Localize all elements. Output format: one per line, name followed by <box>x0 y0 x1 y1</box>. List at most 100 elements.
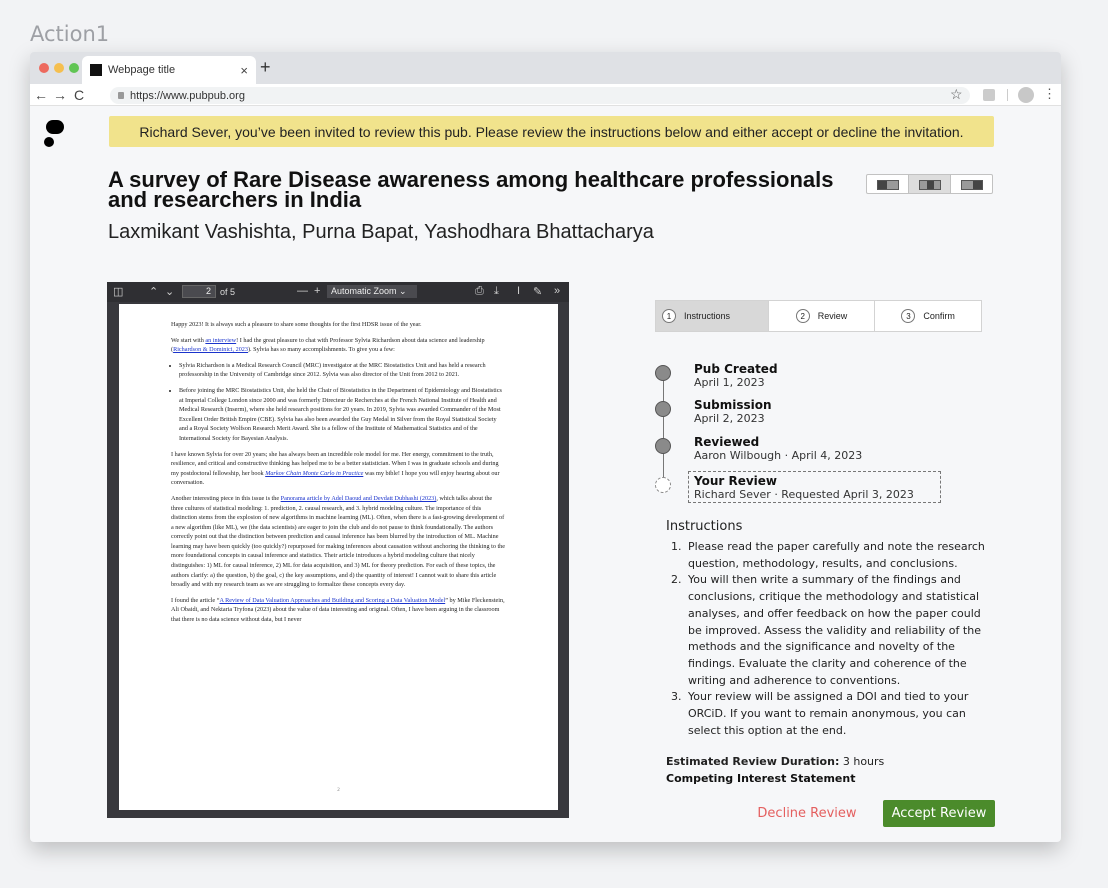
step-instructions[interactable]: 1 Instructions <box>656 301 769 331</box>
pdf-text: ). Sylvia has so many accomplishments. T… <box>248 346 395 354</box>
accept-review-button[interactable]: Accept Review <box>883 800 995 827</box>
pdf-draw-tool-icon[interactable]: ✎ <box>533 285 542 298</box>
bookmark-star-icon[interactable]: ☆ <box>950 86 963 103</box>
instructions-list: Please read the paper carefully and note… <box>685 539 996 739</box>
pdf-viewer: ◫ ⌃ ⌄ 2 of 5 — + Automatic Zoom ⌄ ⎙ ⤓ I … <box>107 282 569 818</box>
timeline-title: Pub Created <box>694 362 778 376</box>
pdf-link-review-article[interactable]: A Review of Data Valuation Approaches an… <box>219 597 445 604</box>
pub-title: A survey of Rare Disease awareness among… <box>108 167 834 212</box>
competing-interest-heading: Competing Interest Statement <box>666 772 856 784</box>
new-tab-button[interactable]: + <box>260 57 271 78</box>
review-stepper: 1 Instructions 2 Review 3 Confirm <box>655 300 982 332</box>
instructions-section: Instructions Please read the paper caref… <box>666 519 996 739</box>
lock-icon <box>118 92 124 99</box>
pdf-link-citation[interactable]: Richardson & Dominici, 2023 <box>173 346 248 353</box>
pdf-bullet: Sylvia Richardson is a Medical Research … <box>179 361 506 380</box>
pdf-link-book[interactable]: Markov Chain Monte Carlo in Practice <box>265 470 363 477</box>
minimize-window-icon[interactable] <box>54 63 64 73</box>
browser-tab[interactable]: Webpage title × <box>82 56 256 84</box>
layout-right-icon <box>960 180 983 190</box>
back-icon[interactable]: ← <box>33 87 49 103</box>
pdf-prev-page-icon[interactable]: ⌃ <box>149 285 158 298</box>
tab-close-icon[interactable]: × <box>240 63 248 78</box>
step-confirm[interactable]: 3 Confirm <box>875 301 981 331</box>
layout-split-button[interactable] <box>909 175 951 193</box>
step-number: 1 <box>662 309 676 323</box>
extension-icon[interactable] <box>983 89 995 101</box>
favicon-icon <box>90 64 102 76</box>
timeline-title: Submission <box>694 398 772 412</box>
frame-label: Action1 <box>30 22 110 46</box>
pdf-page-count: of 5 <box>220 287 236 297</box>
timeline-item: Pub Created April 1, 2023 <box>655 362 995 392</box>
timeline-subtitle: April 1, 2023 <box>694 376 765 389</box>
step-label: Confirm <box>923 311 955 321</box>
timeline-item: Submission April 2, 2023 <box>655 398 995 428</box>
timeline-dot-icon <box>655 365 671 381</box>
tab-title: Webpage title <box>108 64 176 76</box>
instruction-item: Please read the paper carefully and note… <box>685 539 996 572</box>
layout-split-icon <box>918 180 941 190</box>
pdf-more-tools-icon[interactable]: » <box>554 285 560 297</box>
logo-top-shape <box>46 120 64 134</box>
layout-right-button[interactable] <box>951 175 992 193</box>
pdf-bullet: Before joining the MRC Biostatistics Uni… <box>179 386 506 444</box>
pdf-zoom-in-icon[interactable]: + <box>314 285 320 297</box>
pdf-page: Happy 2023! It is always such a pleasure… <box>119 304 558 810</box>
pdf-link-panorama[interactable]: Panorama article by Adel Daoud and Devda… <box>281 495 437 502</box>
step-review[interactable]: 2 Review <box>769 301 876 331</box>
pdf-text: We start with <box>171 336 206 344</box>
pdf-text: I found the article “ <box>171 596 220 604</box>
pdf-paragraph: Happy 2023! It is always such a pleasure… <box>171 321 422 328</box>
pdf-paragraph: I have known Sylvia for over 20 years; s… <box>171 450 506 488</box>
decline-review-button[interactable]: Decline Review <box>752 799 862 827</box>
timeline-subtitle: Aaron Wilbough · April 4, 2023 <box>694 449 863 462</box>
timeline-pending-dot-icon <box>655 477 671 493</box>
profile-avatar[interactable] <box>1018 87 1034 103</box>
step-label: Review <box>817 311 848 321</box>
close-window-icon[interactable] <box>39 63 49 73</box>
invitation-banner-text: Richard Sever, you’ve been invited to re… <box>139 123 964 140</box>
timeline-dot-icon <box>655 438 671 454</box>
pdf-next-page-icon[interactable]: ⌄ <box>165 285 174 298</box>
pdf-text: , which talks about the three cultures o… <box>171 494 506 589</box>
timeline-subtitle: Richard Sever · Requested April 3, 2023 <box>694 488 914 501</box>
review-duration: Estimated Review Duration: 3 hours <box>666 755 884 768</box>
pdf-text: Another interesting piece in this issue … <box>171 494 281 502</box>
pdf-paragraph: I found the article “A Review of Data Va… <box>171 596 506 625</box>
toolbar-divider <box>1007 89 1008 101</box>
pdf-bullet-list: Sylvia Richardson is a Medical Research … <box>179 361 506 444</box>
timeline-dot-icon <box>655 401 671 417</box>
reload-icon[interactable]: C <box>71 87 87 103</box>
pub-authors: Laxmikant Vashishta, Purna Bapat, Yashod… <box>108 221 654 243</box>
timeline-item: Reviewed Aaron Wilbough · April 4, 2023 <box>655 435 995 465</box>
layout-left-icon <box>876 180 899 190</box>
instruction-item: Your review will be assigned a DOI and t… <box>685 689 996 739</box>
pdf-print-icon[interactable]: ⎙ <box>475 285 484 298</box>
timeline-title: Reviewed <box>694 435 760 449</box>
url-field[interactable]: https://www.pubpub.org <box>110 87 970 104</box>
duration-label: Estimated Review Duration: <box>666 755 840 768</box>
pdf-page-input[interactable]: 2 <box>182 285 216 298</box>
pdf-save-icon[interactable]: ⤓ <box>494 285 499 298</box>
maximize-window-icon[interactable] <box>69 63 79 73</box>
pubpub-logo-icon[interactable] <box>44 120 64 148</box>
pdf-link-interview[interactable]: an interview <box>205 337 236 344</box>
forward-icon[interactable]: → <box>52 87 68 103</box>
step-label: Instructions <box>684 311 731 321</box>
timeline-item-your-review[interactable]: Your Review Richard Sever · Requested Ap… <box>655 471 995 504</box>
browser-menu-icon[interactable]: ⋮ <box>1043 86 1056 102</box>
duration-value: 3 hours <box>842 755 885 768</box>
pdf-zoom-select[interactable]: Automatic Zoom ⌄ <box>327 285 417 298</box>
step-number: 2 <box>795 309 810 323</box>
address-bar: ← → C https://www.pubpub.org ☆ ⋮ <box>30 84 1061 106</box>
pdf-text-tool-icon[interactable]: I <box>517 285 520 297</box>
invitation-banner: Richard Sever, you’ve been invited to re… <box>109 116 994 147</box>
pdf-sidebar-icon[interactable]: ◫ <box>113 285 123 298</box>
logo-bottom-shape <box>44 137 54 147</box>
layout-left-button[interactable] <box>867 175 909 193</box>
pdf-zoom-out-icon[interactable]: — <box>297 285 308 297</box>
pdf-toolbar: ◫ ⌃ ⌄ 2 of 5 — + Automatic Zoom ⌄ ⎙ ⤓ I … <box>107 282 569 302</box>
browser-window: Webpage title × + ← → C https://www.pubp… <box>30 52 1061 842</box>
layout-toggle <box>866 174 993 194</box>
